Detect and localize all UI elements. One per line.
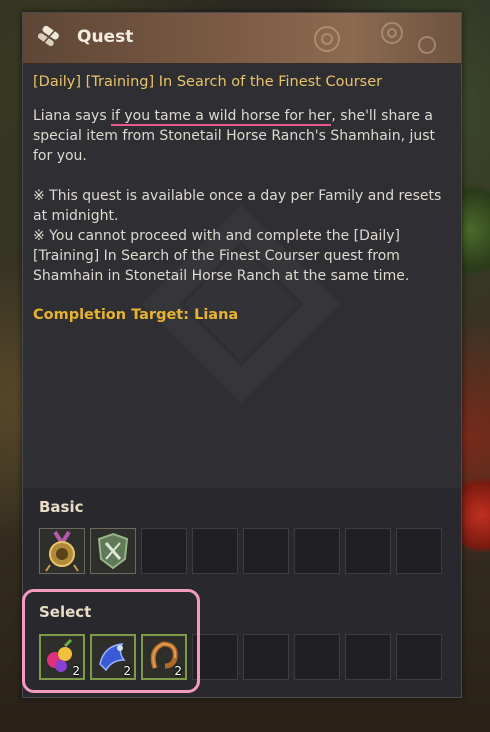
item-count: 2 bbox=[174, 664, 182, 678]
quest-content: [Daily] [Training] In Search of the Fine… bbox=[23, 64, 461, 488]
reward-slot-potion-bundle[interactable]: 2 bbox=[39, 634, 85, 680]
select-rewards-row: 2 2 2 bbox=[39, 634, 442, 680]
basic-rewards-label: Basic bbox=[39, 498, 84, 516]
quest-description: Liana says if you tame a wild horse for … bbox=[33, 106, 443, 286]
reward-slot-empty bbox=[243, 634, 289, 680]
scroll-icon bbox=[31, 22, 63, 54]
highlighted-phrase: if you tame a wild horse for her bbox=[111, 108, 332, 126]
note-daily-reset: ※ This quest is available once a day per… bbox=[33, 188, 442, 224]
reward-slot-empty bbox=[396, 634, 442, 680]
item-count: 2 bbox=[123, 664, 131, 678]
rewards-section: Basic Select 2 2 2 bbox=[23, 488, 461, 697]
reward-slot-empty bbox=[294, 528, 340, 574]
quest-window: Quest [Daily] [Training] In Search of th… bbox=[22, 12, 462, 698]
reward-slot-empty bbox=[243, 528, 289, 574]
reward-slot-empty bbox=[141, 528, 187, 574]
reward-slot-medal[interactable] bbox=[39, 528, 85, 574]
reward-slot-empty bbox=[345, 528, 391, 574]
title-bar[interactable]: Quest bbox=[23, 13, 461, 64]
window-title: Quest bbox=[77, 27, 134, 47]
reward-slot-skill[interactable] bbox=[90, 528, 136, 574]
reward-slot-blue-horn[interactable]: 2 bbox=[90, 634, 136, 680]
reward-slot-empty bbox=[192, 528, 238, 574]
reward-slot-empty bbox=[294, 634, 340, 680]
select-rewards-label: Select bbox=[39, 603, 92, 621]
medal-icon bbox=[45, 530, 79, 572]
description-text: Liana says bbox=[33, 108, 112, 124]
reward-slot-horseshoe[interactable]: 2 bbox=[141, 634, 187, 680]
reward-slot-empty bbox=[192, 634, 238, 680]
description-paragraph: Liana says if you tame a wild horse for … bbox=[33, 106, 443, 166]
note-exclusive: ※ You cannot proceed with and complete t… bbox=[33, 228, 410, 284]
item-count: 2 bbox=[72, 664, 80, 678]
skill-shield-icon bbox=[97, 532, 129, 570]
basic-rewards-row bbox=[39, 528, 442, 574]
cloud-ornament bbox=[314, 22, 436, 54]
reward-slot-empty bbox=[345, 634, 391, 680]
quest-title: [Daily] [Training] In Search of the Fine… bbox=[33, 74, 383, 90]
completion-target: Completion Target: Liana bbox=[33, 307, 239, 323]
reward-slot-empty bbox=[396, 528, 442, 574]
